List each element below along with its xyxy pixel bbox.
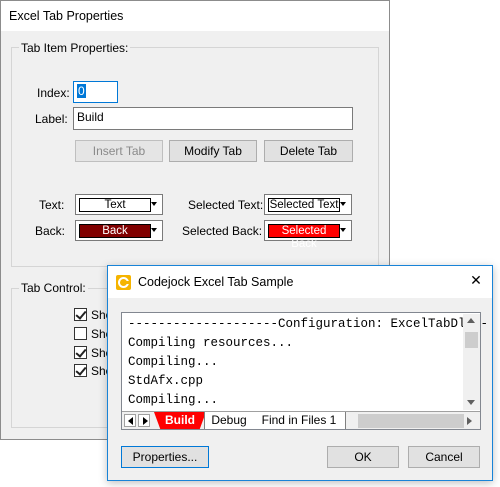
chevron-down-icon bbox=[340, 202, 346, 206]
back-color-label: Back: bbox=[35, 224, 66, 238]
properties-button[interactable]: Properties... bbox=[121, 446, 209, 468]
ok-button[interactable]: OK bbox=[327, 446, 399, 468]
dialog-titlebar[interactable]: Codejock Excel Tab Sample ✕ bbox=[108, 266, 492, 298]
tab-build[interactable]: Build bbox=[154, 412, 206, 429]
horizontal-scrollbar[interactable] bbox=[358, 414, 464, 428]
output-line: StdAfx.cpp bbox=[128, 374, 204, 388]
text-color-swatch: Text bbox=[79, 198, 151, 212]
back-color-swatch: Back bbox=[79, 224, 151, 238]
scroll-up-icon[interactable] bbox=[467, 318, 475, 323]
output-line: Compiling... bbox=[128, 355, 219, 369]
index-value: 0 bbox=[77, 84, 86, 98]
back-color-picker[interactable]: Back bbox=[75, 220, 163, 241]
show-option-checkbox-1[interactable] bbox=[74, 308, 87, 321]
tab-control-label: Tab Control: bbox=[19, 281, 88, 295]
scroll-thumb[interactable] bbox=[465, 332, 478, 348]
codejock-sample-dialog: Codejock Excel Tab Sample ✕ ------------… bbox=[107, 265, 493, 481]
tab-debug[interactable]: Debug bbox=[204, 412, 254, 429]
index-field[interactable]: 0 bbox=[73, 81, 118, 103]
label-field[interactable]: Build bbox=[73, 107, 353, 130]
selected-text-color-swatch: Selected Text bbox=[268, 198, 340, 212]
app-icon bbox=[116, 275, 131, 290]
dialog-title: Codejock Excel Tab Sample bbox=[138, 275, 294, 289]
selected-text-color-picker[interactable]: Selected Text bbox=[264, 194, 352, 215]
output-line: Compiling resources... bbox=[128, 336, 294, 350]
arrow-right-icon bbox=[143, 417, 148, 425]
close-icon[interactable]: ✕ bbox=[464, 272, 488, 292]
output-line: Compiling... bbox=[128, 393, 219, 407]
output-line: --------------------Configuration: Excel… bbox=[128, 317, 489, 331]
index-label: Index: bbox=[37, 86, 70, 100]
tab-scroll-right-button[interactable] bbox=[138, 414, 150, 427]
scroll-down-icon[interactable] bbox=[467, 400, 475, 405]
tab-scroll-left-button[interactable] bbox=[124, 414, 136, 427]
chevron-down-icon bbox=[151, 228, 157, 232]
label-value: Build bbox=[77, 110, 104, 124]
selected-text-color-label: Selected Text: bbox=[188, 198, 264, 212]
text-color-label: Text: bbox=[39, 198, 65, 212]
selected-back-color-picker[interactable]: Selected Back bbox=[264, 220, 352, 250]
scroll-right-icon[interactable] bbox=[467, 417, 472, 425]
excel-tab-strip: Build Debug Find in Files 1 bbox=[122, 411, 480, 429]
selected-back-color-label: Selected Back: bbox=[182, 224, 263, 238]
text-color-picker[interactable]: Text bbox=[75, 194, 163, 215]
cancel-button[interactable]: Cancel bbox=[408, 446, 480, 468]
chevron-down-icon bbox=[151, 202, 157, 206]
tab-find-in-files-1[interactable]: Find in Files 1 bbox=[253, 412, 346, 429]
tab-item-properties-label: Tab Item Properties: bbox=[19, 41, 131, 55]
show-option-checkbox-3[interactable] bbox=[74, 346, 87, 359]
output-pane[interactable]: --------------------Configuration: Excel… bbox=[121, 312, 488, 430]
modify-tab-button[interactable]: Modify Tab bbox=[169, 140, 257, 162]
show-option-checkbox-2[interactable] bbox=[74, 327, 87, 340]
chevron-down-icon bbox=[340, 228, 346, 232]
selected-back-color-swatch: Selected Back bbox=[268, 224, 340, 250]
delete-tab-button[interactable]: Delete Tab bbox=[264, 140, 353, 162]
show-option-checkbox-4[interactable] bbox=[74, 364, 87, 377]
insert-tab-button[interactable]: Insert Tab bbox=[75, 140, 163, 162]
dialog-title: Excel Tab Properties bbox=[1, 1, 389, 31]
arrow-left-icon bbox=[128, 417, 133, 425]
label-label: Label: bbox=[35, 112, 68, 126]
vertical-scrollbar[interactable] bbox=[463, 314, 480, 410]
